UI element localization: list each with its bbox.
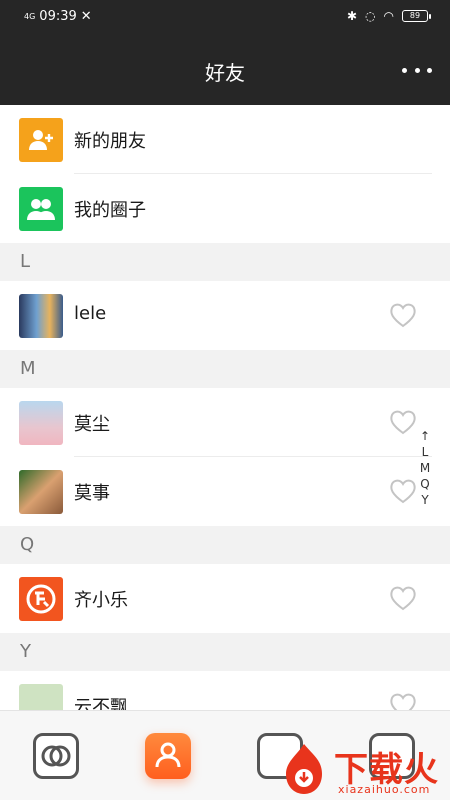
avatar — [19, 470, 63, 514]
new-friends-item[interactable]: 新的朋友 — [0, 105, 450, 174]
group-icon — [19, 187, 63, 231]
index-m[interactable]: M — [420, 460, 430, 476]
watermark-url: xiazaihuo.com — [338, 783, 431, 796]
wifi-icon: ◠ — [383, 9, 394, 23]
contact-item[interactable]: lele — [0, 281, 450, 350]
person-icon — [155, 742, 181, 768]
tools-icon: ✕ — [80, 9, 92, 24]
contact-item[interactable]: 莫尘 — [0, 388, 450, 457]
avatar — [19, 577, 63, 621]
index-q[interactable]: Q — [420, 476, 429, 492]
heart-icon[interactable] — [388, 300, 418, 330]
contact-name: 莫事 — [74, 483, 110, 504]
circles-icon — [41, 745, 71, 767]
index-l[interactable]: L — [422, 444, 429, 460]
section-header-q: Q — [0, 526, 450, 564]
tab-friends[interactable] — [145, 733, 191, 779]
contact-item[interactable]: 莫事 — [0, 457, 450, 526]
my-circle-label: 我的圈子 — [74, 200, 146, 221]
heart-icon[interactable] — [388, 476, 418, 506]
contact-item[interactable]: 齐小乐 — [0, 564, 450, 633]
avatar — [19, 294, 63, 338]
section-header-m: M — [0, 350, 450, 388]
tab-circles[interactable] — [33, 733, 79, 779]
my-circle-item[interactable]: 我的圈子 — [0, 174, 450, 243]
mute-icon: ◌ — [365, 9, 376, 23]
contact-list: 新的朋友 我的圈子 L lele M 莫尘 莫事 Q 齐小乐 Y 云不飘 — [0, 105, 450, 740]
alphabet-index[interactable]: ↑ L M Q Y — [418, 428, 432, 508]
index-top[interactable]: ↑ — [420, 428, 430, 444]
new-friends-label: 新的朋友 — [74, 131, 146, 152]
index-y[interactable]: Y — [421, 492, 428, 508]
contact-name: 莫尘 — [74, 414, 110, 435]
contact-name: lele — [74, 303, 107, 324]
status-bar: 4G 09:39 ✕ ✱ ◌ ◠ 89 — [0, 6, 450, 30]
page-title: 好友 — [205, 61, 245, 85]
network-indicator: 4G — [24, 11, 36, 21]
avatar — [19, 401, 63, 445]
heart-icon[interactable] — [388, 583, 418, 613]
watermark-logo: 下载火 xiazaihuo.com — [276, 740, 446, 798]
battery-icon: 89 — [402, 10, 431, 22]
heart-icon[interactable] — [388, 407, 418, 437]
bluetooth-icon: ✱ — [346, 9, 358, 23]
more-icon[interactable] — [402, 60, 432, 80]
clock: 09:39 — [39, 9, 77, 24]
top-bar: 4G 09:39 ✕ ✱ ◌ ◠ 89 好友 — [0, 0, 450, 105]
contact-name: 齐小乐 — [74, 590, 128, 611]
section-header-y: Y — [0, 633, 450, 671]
section-header-l: L — [0, 243, 450, 281]
add-friend-icon — [19, 118, 63, 162]
